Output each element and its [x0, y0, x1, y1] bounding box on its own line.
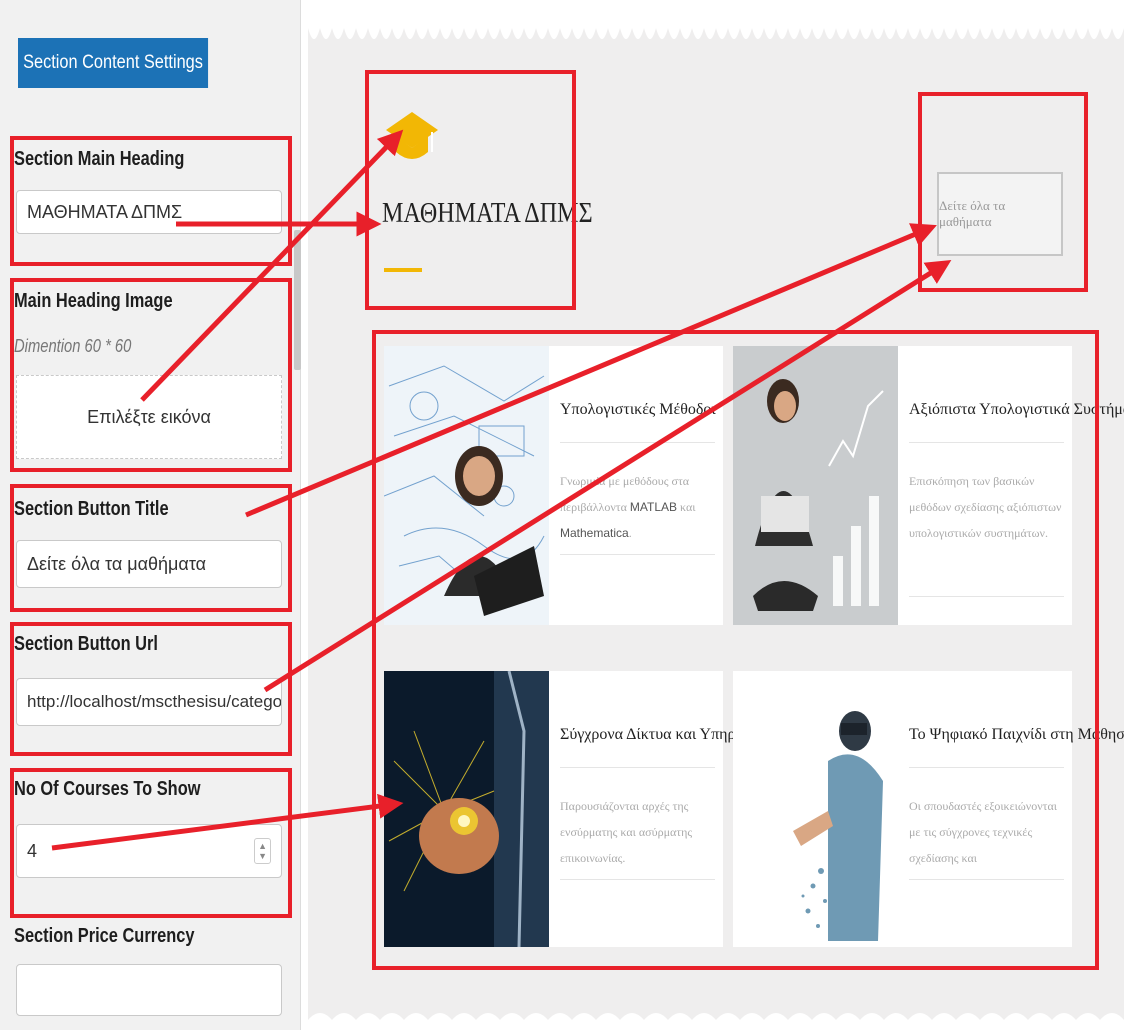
price-currency-input[interactable] [16, 964, 282, 1016]
highlight-button-title [10, 484, 292, 612]
highlight-heading-image [10, 278, 292, 472]
section-content-settings-button[interactable]: Section Content Settings [18, 38, 209, 88]
price-currency-label: Section Price Currency [14, 925, 195, 947]
highlight-preview-heading [365, 70, 576, 310]
highlight-see-all-button [918, 92, 1088, 292]
scrollbar-thumb[interactable] [294, 230, 301, 370]
highlight-course-grid [372, 330, 1099, 970]
highlight-button-url [10, 622, 292, 756]
highlight-main-heading [10, 136, 292, 266]
wavy-top-border [308, 0, 1124, 60]
scrollbar-track[interactable] [292, 18, 300, 1018]
wavy-bottom-border [308, 1013, 1124, 1030]
highlight-courses-count [10, 768, 292, 918]
